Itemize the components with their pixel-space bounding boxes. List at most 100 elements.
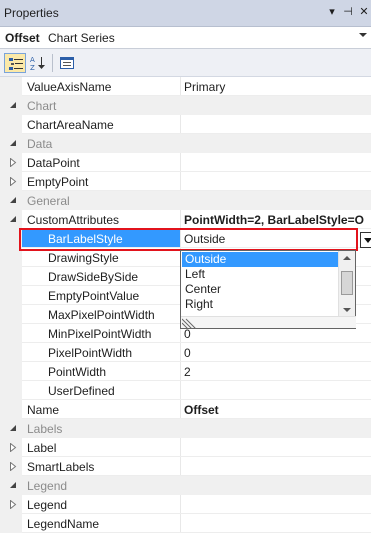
collapsed-triangle-icon[interactable] xyxy=(9,500,17,509)
row-gutter xyxy=(0,115,22,134)
dropdown-button[interactable] xyxy=(360,232,371,248)
property-name: DataPoint xyxy=(27,156,80,170)
collapsed-triangle-icon[interactable] xyxy=(9,158,17,167)
property-row[interactable]: DataPoint xyxy=(0,153,371,172)
resize-grip[interactable] xyxy=(181,316,356,329)
property-name: LegendName xyxy=(27,517,100,531)
property-row[interactable]: Label xyxy=(0,438,371,457)
property-row[interactable]: PointWidth 2 xyxy=(0,362,371,381)
collapsed-triangle-icon[interactable] xyxy=(9,177,17,186)
property-name: CustomAttributes xyxy=(27,213,120,227)
property-value[interactable]: PointWidth=2, BarLabelStyle=O xyxy=(184,213,364,227)
category-row[interactable]: Data xyxy=(0,134,371,153)
column-divider xyxy=(180,115,181,134)
close-button[interactable]: ✕ xyxy=(357,4,371,20)
property-name: SmartLabels xyxy=(27,460,95,474)
property-row[interactable]: SmartLabels xyxy=(0,457,371,476)
chevron-down-icon xyxy=(364,238,371,243)
column-divider xyxy=(180,495,181,514)
row-gutter xyxy=(0,514,22,533)
category-row[interactable]: General xyxy=(0,191,371,210)
row-gutter xyxy=(0,400,22,419)
property-value[interactable]: Offset xyxy=(184,403,219,417)
expanded-triangle-icon[interactable] xyxy=(9,196,17,205)
auto-hide-pin-button[interactable]: ⊣ xyxy=(341,4,355,20)
expanded-triangle-icon[interactable] xyxy=(9,215,17,224)
window-position-button[interactable]: ▾ xyxy=(325,4,339,20)
scroll-thumb[interactable] xyxy=(341,271,353,295)
scroll-down-icon[interactable] xyxy=(343,308,351,312)
category-label: General xyxy=(27,194,70,208)
property-pages-icon xyxy=(60,57,74,69)
dropdown-option-left[interactable]: Left xyxy=(182,267,338,282)
column-divider xyxy=(180,400,181,419)
property-value[interactable]: 2 xyxy=(184,365,191,379)
property-name: MinPixelPointWidth xyxy=(48,327,152,341)
property-row[interactable]: ValueAxisName Primary xyxy=(0,77,371,96)
property-name: Legend xyxy=(27,498,68,512)
column-divider xyxy=(180,362,181,381)
collapsed-triangle-icon[interactable] xyxy=(9,462,17,471)
column-divider xyxy=(180,457,181,476)
property-name: EmptyPoint xyxy=(27,175,89,189)
property-value[interactable]: Primary xyxy=(184,80,225,94)
row-gutter xyxy=(0,267,22,286)
expanded-triangle-icon[interactable] xyxy=(9,139,17,148)
row-gutter xyxy=(0,77,22,96)
chevron-down-icon[interactable] xyxy=(359,33,367,37)
dropdown-option-outside[interactable]: Outside xyxy=(182,252,338,267)
scroll-up-icon[interactable] xyxy=(343,256,351,260)
categorized-button[interactable] xyxy=(4,53,26,73)
dropdown-scrollbar[interactable] xyxy=(338,251,355,317)
alphabetical-button[interactable]: A Z xyxy=(27,53,49,73)
window-titlebar: Properties ▾ ⊣ ✕ xyxy=(0,0,371,27)
object-selector[interactable]: Offset Chart Series xyxy=(0,27,371,49)
dropdown-option-right[interactable]: Right xyxy=(182,297,338,312)
property-name: DrawingStyle xyxy=(48,251,119,265)
property-row[interactable]: ChartAreaName xyxy=(0,115,371,134)
category-row[interactable]: Labels xyxy=(0,419,371,438)
property-value[interactable]: 0 xyxy=(184,346,191,360)
property-name: Name xyxy=(27,403,60,417)
row-gutter xyxy=(0,343,22,362)
column-divider xyxy=(180,210,181,229)
property-name: UserDefined xyxy=(48,384,115,398)
property-name: PixelPointWidth xyxy=(48,346,133,360)
property-row[interactable]: Name Offset xyxy=(0,400,371,419)
property-name: ValueAxisName xyxy=(27,80,112,94)
dropdown-option-center[interactable]: Center xyxy=(182,282,338,297)
column-divider xyxy=(180,514,181,533)
category-label: Chart xyxy=(27,99,57,113)
row-divider xyxy=(22,532,371,533)
category-row[interactable]: Legend xyxy=(0,476,371,495)
window-title: Properties xyxy=(4,6,59,20)
expanded-triangle-icon[interactable] xyxy=(9,101,17,110)
column-divider xyxy=(180,438,181,457)
property-row[interactable]: Legend xyxy=(0,495,371,514)
property-pages-button[interactable] xyxy=(56,53,78,73)
property-row[interactable]: CustomAttributes PointWidth=2, BarLabelSt… xyxy=(0,210,371,229)
column-divider xyxy=(180,172,181,191)
column-divider xyxy=(180,77,181,96)
property-value[interactable]: 0 xyxy=(184,327,191,341)
svg-text:Z: Z xyxy=(30,64,35,71)
bar-label-style-dropdown[interactable]: Outside Left Center Right xyxy=(180,250,356,329)
property-name: EmptyPointValue xyxy=(48,289,140,303)
selected-row-highlight xyxy=(19,228,371,251)
property-row[interactable]: EmptyPoint xyxy=(0,172,371,191)
collapsed-triangle-icon[interactable] xyxy=(9,443,17,452)
column-divider xyxy=(180,381,181,400)
property-name: PointWidth xyxy=(48,365,107,379)
category-label: Data xyxy=(27,137,53,151)
properties-toolbar: A Z xyxy=(0,49,371,77)
expanded-triangle-icon[interactable] xyxy=(9,481,17,490)
row-gutter xyxy=(0,381,22,400)
alphabetical-icon: A Z xyxy=(30,56,45,71)
categorized-icon xyxy=(9,58,23,70)
property-row[interactable]: LegendName xyxy=(0,514,371,533)
property-row[interactable]: UserDefined xyxy=(0,381,371,400)
category-row[interactable]: Chart xyxy=(0,96,371,115)
property-row[interactable]: PixelPointWidth 0 xyxy=(0,343,371,362)
expanded-triangle-icon[interactable] xyxy=(9,424,17,433)
object-name: Offset xyxy=(5,31,40,45)
